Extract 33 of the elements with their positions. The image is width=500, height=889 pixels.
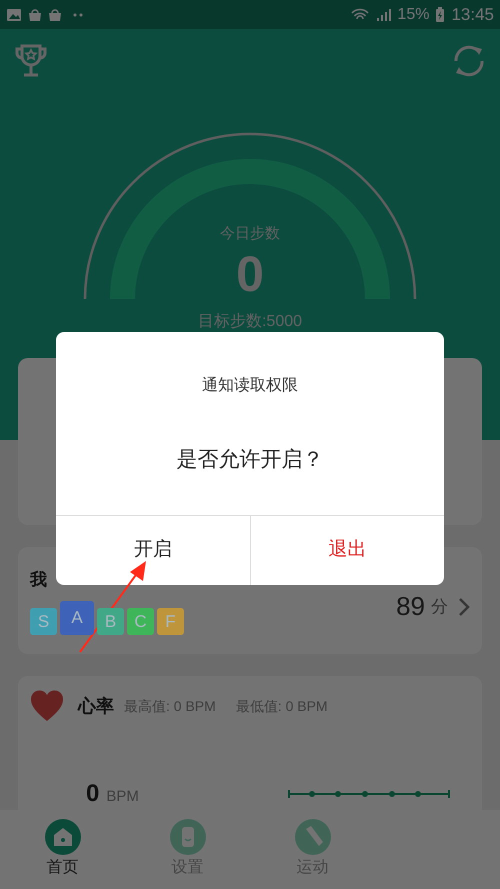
heart-icon — [30, 690, 64, 722]
image-icon — [6, 8, 22, 22]
dialog-title: 通知读取权限 — [201, 376, 299, 396]
steps-value: 0 — [236, 246, 264, 302]
grade-tag: C — [127, 608, 154, 635]
grade-tag: A — [60, 601, 94, 635]
steps-label: 今日步数 — [220, 224, 280, 244]
enable-button[interactable]: 开启 — [56, 516, 250, 585]
exit-button[interactable]: 退出 — [250, 516, 444, 585]
bag-icon — [28, 8, 42, 22]
score-value: 89 — [396, 590, 425, 623]
shoe-icon — [294, 819, 330, 855]
steps-goal: 目标步数:5000 — [198, 312, 302, 332]
grade-tag: F — [157, 608, 184, 635]
grade-tag: B — [97, 608, 124, 635]
battery-percent: 15% — [397, 4, 430, 24]
nav-tab[interactable]: 首页 — [0, 810, 125, 889]
clock-time: 13:45 — [451, 4, 494, 26]
home-icon — [44, 819, 80, 855]
score-title: 我 — [30, 569, 48, 591]
watch-icon — [170, 819, 206, 855]
chevron-right-icon[interactable] — [458, 596, 470, 616]
heart-rate-title: 心率 — [78, 694, 114, 718]
signal-icon — [375, 8, 392, 22]
bpm-value: 0 — [86, 780, 100, 808]
bag-icon — [48, 8, 62, 22]
wifi-icon — [351, 8, 370, 22]
dialog-message: 是否允许开启？ — [176, 447, 324, 473]
battery-icon — [435, 6, 446, 22]
grade-tag: S — [30, 608, 57, 635]
trophy-icon[interactable] — [13, 43, 49, 79]
score-unit: 分 — [431, 596, 448, 618]
dots-icon — [72, 12, 84, 18]
